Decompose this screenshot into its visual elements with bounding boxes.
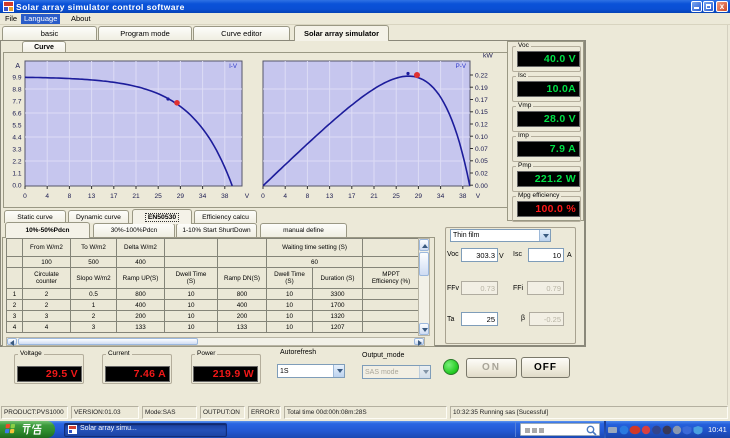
svg-text:V: V [245, 193, 250, 200]
svg-text:1.1: 1.1 [12, 171, 21, 178]
svg-text:0.10: 0.10 [475, 134, 488, 141]
svg-text:38: 38 [459, 193, 467, 200]
svg-text:0.12: 0.12 [475, 122, 488, 129]
svg-text:A: A [15, 63, 20, 70]
svg-text:0.22: 0.22 [475, 73, 488, 80]
svg-text:0.02: 0.02 [475, 171, 488, 178]
svg-text:kW: kW [483, 53, 493, 60]
svg-text:0: 0 [23, 193, 27, 200]
svg-text:25: 25 [155, 193, 163, 200]
svg-text:2.2: 2.2 [12, 159, 21, 166]
svg-text:0.19: 0.19 [475, 85, 488, 92]
svg-text:0.15: 0.15 [475, 109, 488, 116]
svg-text:0.17: 0.17 [475, 97, 488, 104]
svg-text:13: 13 [326, 193, 334, 200]
svg-text:13: 13 [88, 193, 96, 200]
svg-text:34: 34 [437, 193, 445, 200]
svg-text:29: 29 [177, 193, 185, 200]
svg-text:V: V [476, 193, 481, 200]
svg-text:21: 21 [370, 193, 378, 200]
svg-text:4: 4 [45, 193, 49, 200]
svg-text:8.8: 8.8 [12, 87, 21, 94]
svg-text:5.5: 5.5 [12, 123, 21, 130]
svg-text:6.6: 6.6 [12, 111, 21, 118]
svg-text:38: 38 [221, 193, 229, 200]
svg-text:8: 8 [68, 193, 72, 200]
svg-text:25: 25 [393, 193, 401, 200]
svg-text:9.9: 9.9 [12, 75, 21, 82]
svg-text:I-V: I-V [229, 63, 238, 70]
svg-text:P-V: P-V [456, 63, 467, 70]
svg-text:4: 4 [283, 193, 287, 200]
svg-text:29: 29 [415, 193, 423, 200]
svg-text:0.0: 0.0 [12, 183, 21, 190]
svg-text:3.3: 3.3 [12, 147, 21, 154]
svg-text:17: 17 [348, 193, 356, 200]
svg-text:34: 34 [199, 193, 207, 200]
svg-text:7.7: 7.7 [12, 99, 21, 106]
svg-text:0.05: 0.05 [475, 158, 488, 165]
svg-text:0.07: 0.07 [475, 146, 488, 153]
svg-text:0: 0 [261, 193, 265, 200]
svg-text:0.00: 0.00 [475, 183, 488, 190]
svg-text:8: 8 [306, 193, 310, 200]
svg-text:4.4: 4.4 [12, 135, 21, 142]
svg-text:21: 21 [132, 193, 140, 200]
svg-text:17: 17 [110, 193, 118, 200]
